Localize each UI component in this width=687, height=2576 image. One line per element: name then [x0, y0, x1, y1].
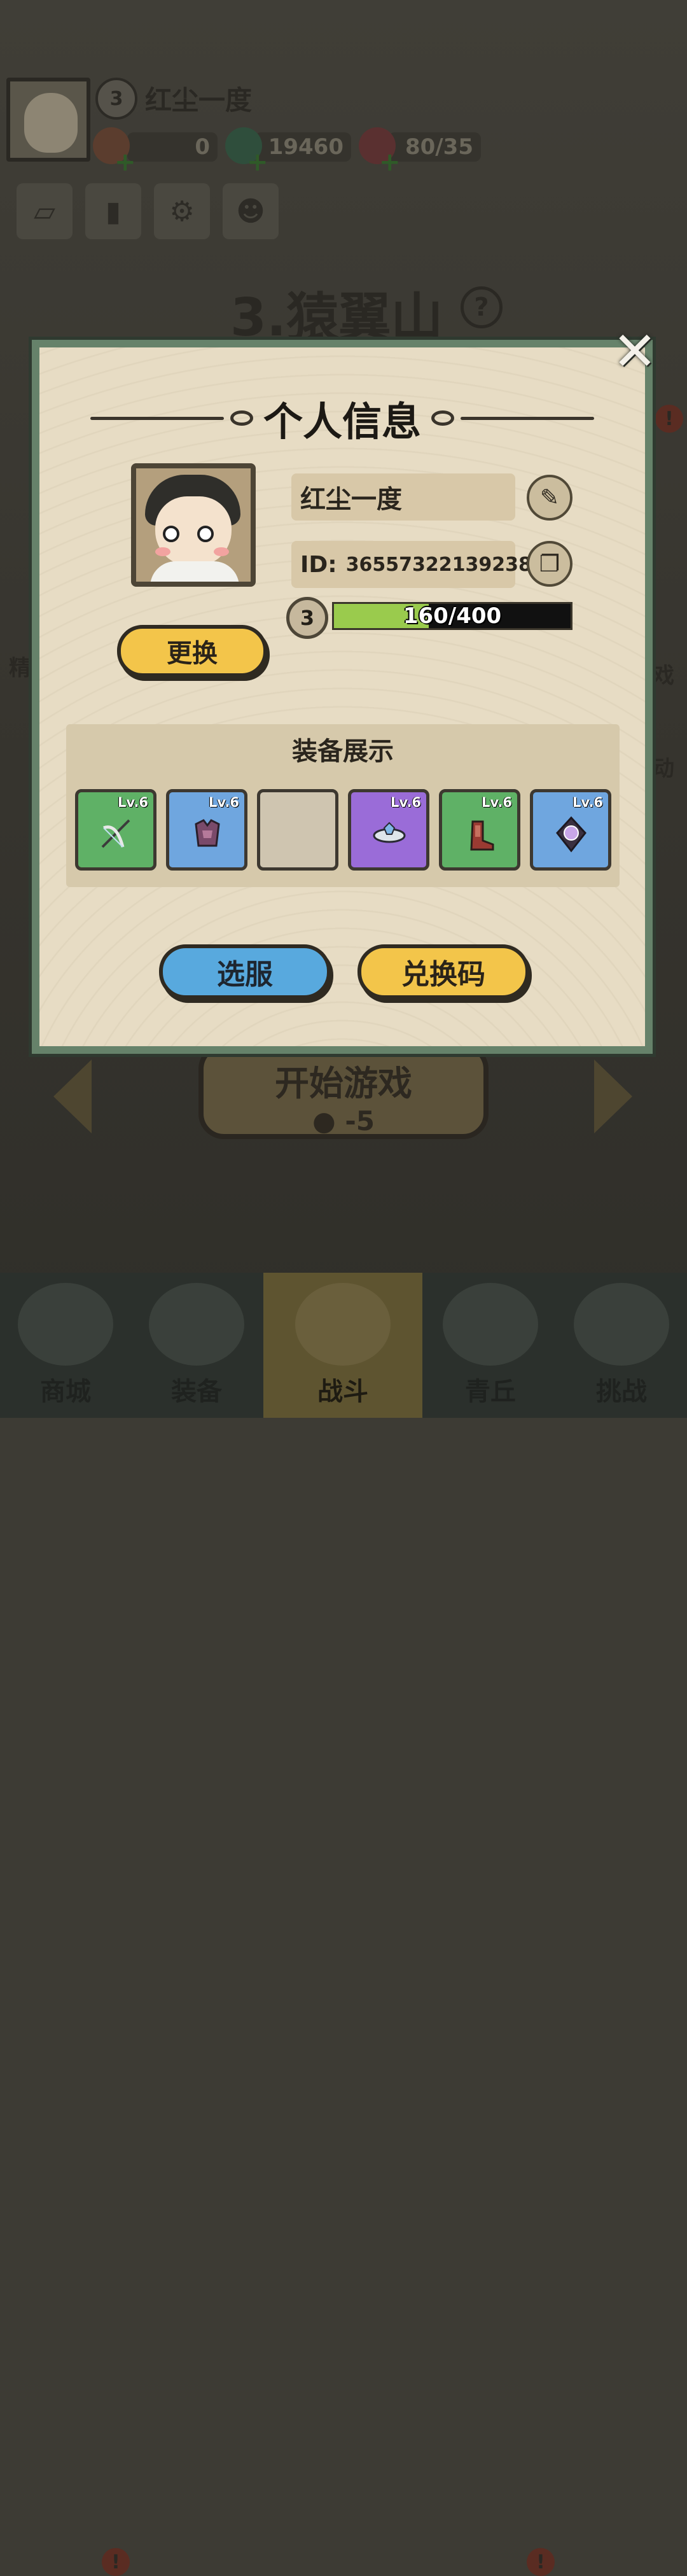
equipment-slot-accessory[interactable]: Lv.6: [530, 789, 611, 871]
divider: [461, 416, 594, 420]
select-server-button[interactable]: 选服: [159, 944, 331, 999]
id-value: 365573221392384: [345, 553, 545, 576]
tab-shop[interactable]: 商城: [0, 1273, 131, 1418]
redeem-code-button[interactable]: 兑换码: [357, 944, 529, 999]
equipment-slot-weapon[interactable]: Lv.6: [75, 789, 156, 871]
boots-icon: [470, 820, 494, 851]
xp-text: 160/400: [403, 603, 502, 629]
stage-help-icon[interactable]: ?: [461, 286, 503, 328]
resource-peach: 80/35: [388, 132, 481, 162]
top-player-name: 红尘一度: [145, 85, 253, 116]
player-avatar[interactable]: [131, 463, 256, 587]
equipment-slot-empty[interactable]: [257, 789, 338, 871]
item-level: Lv.6: [209, 795, 239, 810]
alert-icon: !: [102, 2548, 130, 2576]
shop-icon: [18, 1283, 113, 1366]
dialog-header: 个人信息: [39, 389, 645, 447]
equipment-panel: 装备展示 Lv.6 Lv.6 Lv.6 Lv.6 Lv.6: [66, 724, 620, 887]
belt-icon: [373, 822, 406, 843]
equipment-slot-belt[interactable]: Lv.6: [348, 789, 429, 871]
player-name-field: 红尘一度: [291, 473, 515, 521]
top-level-badge: 3: [95, 78, 137, 120]
resource-value: 19460: [268, 134, 344, 160]
level-badge: 3: [286, 597, 328, 639]
item-level: Lv.6: [572, 795, 603, 810]
mountain-icon: [443, 1283, 538, 1366]
orb-icon: [556, 816, 586, 853]
equipment-slot-armor[interactable]: Lv.6: [166, 789, 247, 871]
player-id-field: ID: 365573221392384: [291, 541, 545, 588]
change-avatar-button[interactable]: 更换: [117, 625, 267, 677]
tab-equipment[interactable]: 装备: [131, 1273, 262, 1418]
start-game-cost: ● -5: [204, 1105, 483, 1137]
tab-label: 青丘: [465, 1377, 516, 1406]
card-icon[interactable]: ▱: [17, 183, 73, 239]
resource-scroll: 0: [127, 132, 218, 162]
dialog-title: 个人信息: [263, 398, 421, 445]
tab-label: 装备: [171, 1377, 222, 1406]
start-cost-value: -5: [345, 1105, 375, 1137]
peach-icon: ●: [312, 1105, 336, 1137]
close-icon[interactable]: ✕: [609, 325, 660, 378]
resource-coin: 19460: [254, 132, 351, 162]
next-stage-arrow-icon[interactable]: [594, 1060, 632, 1133]
alert-icon: !: [527, 2548, 555, 2576]
add-coin-button[interactable]: +: [247, 148, 268, 177]
divider: [90, 416, 224, 420]
ornament-icon: [230, 410, 253, 426]
settings-icon[interactable]: ⚙: [154, 183, 210, 239]
start-game-button[interactable]: 开始游戏 ● -5: [198, 1044, 489, 1139]
equipment-slot-boots[interactable]: Lv.6: [439, 789, 520, 871]
resource-value: 0: [195, 134, 210, 160]
challenge-icon: [574, 1283, 669, 1366]
ornament-icon: [431, 410, 454, 426]
side-left-label[interactable]: 精: [9, 650, 31, 682]
tab-qingqiu[interactable]: 青丘: [425, 1273, 556, 1418]
friends-icon[interactable]: ☻: [223, 183, 279, 239]
crossbow-icon: [101, 819, 130, 848]
tab-battle[interactable]: 战斗: [263, 1273, 422, 1418]
resource-value: 80/35: [405, 134, 473, 160]
start-game-label: 开始游戏: [275, 1063, 412, 1103]
armor-icon: [195, 819, 220, 847]
tab-label: 战斗: [317, 1377, 368, 1406]
add-peach-button[interactable]: +: [379, 148, 401, 177]
side-right-label[interactable]: 动: [653, 751, 674, 782]
crossed-swords-icon: [295, 1283, 391, 1366]
id-label: ID:: [300, 551, 337, 578]
tab-label: 挑战: [596, 1377, 647, 1406]
item-level: Lv.6: [391, 795, 421, 810]
alert-icon: !: [655, 405, 683, 433]
equipment-title: 装备展示: [292, 737, 394, 766]
prev-stage-arrow-icon[interactable]: [53, 1060, 92, 1133]
top-avatar[interactable]: [6, 78, 90, 162]
tab-label: 商城: [40, 1377, 91, 1406]
personal-info-dialog: 个人信息 更换 红尘一度 ✎ ID: 365573221392384 ❐ 3 1…: [32, 340, 653, 1054]
copy-id-icon[interactable]: ❐: [527, 541, 572, 587]
item-level: Lv.6: [118, 795, 148, 810]
item-level: Lv.6: [482, 795, 512, 810]
ranking-icon[interactable]: ▮: [85, 183, 141, 239]
bottom-nav: 商城 ! 装备 战斗 青丘 ! 挑战: [0, 1273, 687, 2576]
armor-icon: [149, 1283, 244, 1366]
tab-challenge[interactable]: 挑战: [556, 1273, 687, 1418]
add-scroll-button[interactable]: +: [114, 148, 136, 177]
edit-name-icon[interactable]: ✎: [527, 475, 572, 521]
xp-progress-bar: 160/400: [332, 602, 572, 630]
side-right-label[interactable]: 戏: [653, 658, 674, 689]
